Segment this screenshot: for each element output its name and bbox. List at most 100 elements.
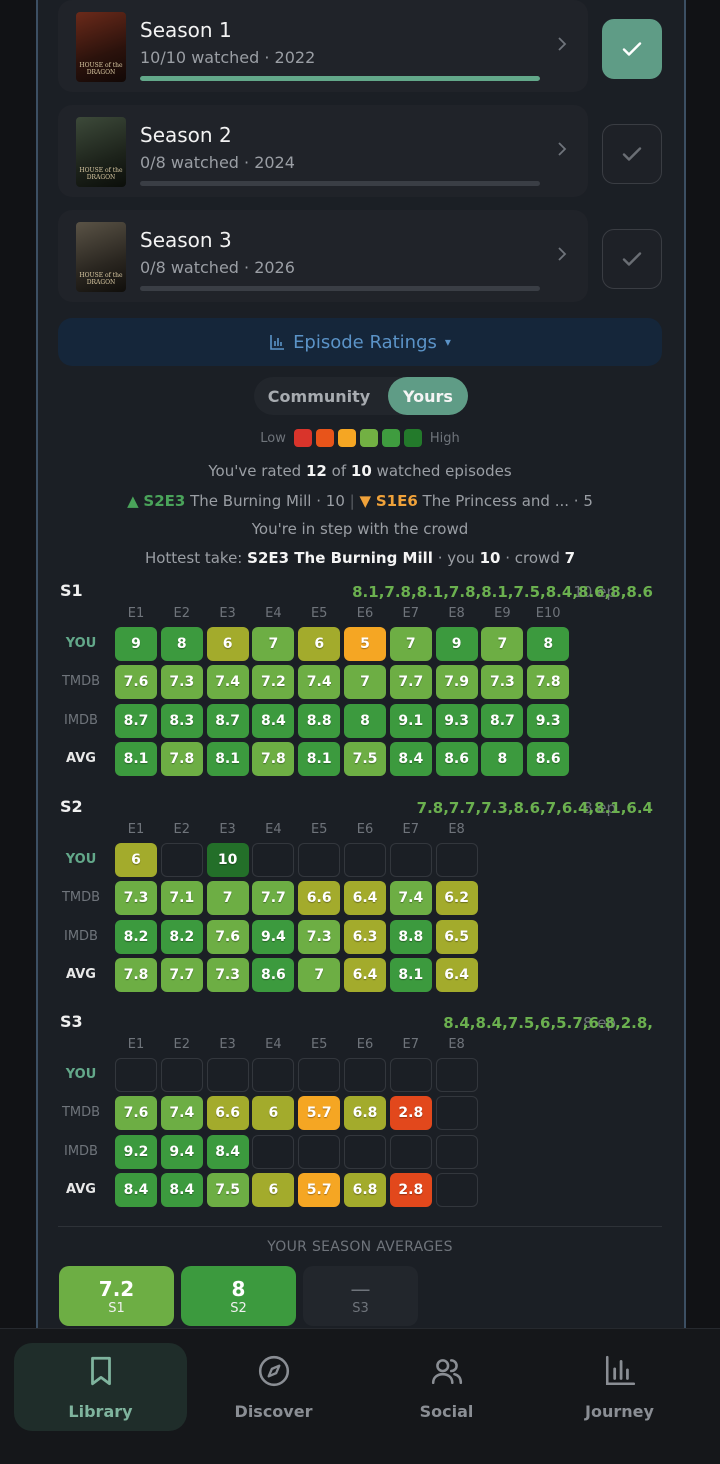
rated-mid: of bbox=[331, 462, 347, 480]
nav-label: Library bbox=[68, 1401, 133, 1421]
rating-cell-imdb: 6.3 bbox=[344, 920, 386, 954]
rating-cell-you[interactable] bbox=[344, 843, 386, 877]
mark-season-watched-button[interactable] bbox=[602, 19, 662, 79]
rating-cell-imdb: 8.7 bbox=[115, 704, 157, 738]
rating-cell-avg: 7.8 bbox=[252, 742, 295, 776]
rating-cell-tmdb: 7.7 bbox=[389, 665, 432, 699]
rating-cell-you[interactable]: 10 bbox=[206, 843, 249, 877]
rating-cell-tmdb: 7.4 bbox=[389, 881, 432, 915]
season-average-value: — bbox=[350, 1276, 371, 1301]
rating-cell-you[interactable]: 9 bbox=[115, 627, 157, 661]
nav-item-library[interactable]: Library bbox=[14, 1343, 187, 1431]
episode-column-header: E8 bbox=[448, 606, 465, 621]
rating-cell-you[interactable] bbox=[435, 843, 478, 877]
legend-low-label: Low bbox=[260, 430, 286, 446]
legend-swatch bbox=[403, 429, 422, 447]
rating-cell-you[interactable] bbox=[206, 1058, 249, 1092]
rating-cell-you[interactable] bbox=[389, 1058, 432, 1092]
rating-cell-imdb: 6.5 bbox=[435, 920, 478, 954]
season-progress-bar bbox=[140, 286, 540, 291]
rating-cell-avg bbox=[435, 1173, 478, 1207]
rating-cell-avg: 8.1 bbox=[115, 742, 157, 776]
rating-cell-imdb: 9.3 bbox=[527, 704, 570, 738]
rating-cell-tmdb: 7.3 bbox=[160, 665, 203, 699]
nav-item-journey[interactable]: Journey bbox=[533, 1343, 706, 1431]
rating-cell-tmdb: 6.2 bbox=[435, 881, 478, 915]
chevron-right-icon bbox=[555, 244, 569, 264]
hottest-take-you-label: · you bbox=[437, 549, 475, 567]
nav-item-discover[interactable]: Discover bbox=[187, 1343, 360, 1431]
rating-cell-tmdb: 7 bbox=[344, 665, 386, 699]
rating-cell-you[interactable] bbox=[160, 1058, 203, 1092]
rating-cell-you[interactable] bbox=[298, 1058, 341, 1092]
season-average-tile: 7.2 S1 bbox=[59, 1266, 174, 1326]
episode-column-header: E1 bbox=[127, 822, 145, 837]
rating-cell-you[interactable] bbox=[252, 843, 295, 877]
top-episode-code[interactable]: S2E3 bbox=[143, 492, 185, 510]
legend-swatch bbox=[315, 429, 334, 447]
chevron-right-icon bbox=[555, 34, 569, 54]
poster-title-text: HOUSE of the DRAGON bbox=[79, 167, 123, 181]
row-label-you: YOU bbox=[65, 1067, 97, 1082]
episode-column-header: E2 bbox=[173, 606, 191, 621]
rating-cell-you[interactable]: 6 bbox=[298, 627, 341, 661]
rating-cell-you[interactable] bbox=[115, 1058, 157, 1092]
season-card[interactable]: HOUSE of the DRAGON Season 2 0/8 watched ·… bbox=[58, 105, 588, 197]
rating-cell-you[interactable] bbox=[389, 843, 432, 877]
rating-cell-you[interactable]: 7 bbox=[389, 627, 432, 661]
season-user-average: 8.4,8.4,7.5,6,5.7,6.8,2.8, bbox=[443, 1014, 653, 1032]
rating-cell-you[interactable]: 7 bbox=[481, 627, 524, 661]
rating-cell-you[interactable]: 7 bbox=[252, 627, 295, 661]
season-subtitle: 10/10 watched · 2022 bbox=[140, 48, 316, 67]
nav-item-social[interactable]: Social bbox=[360, 1343, 533, 1431]
rating-cell-you[interactable] bbox=[160, 843, 203, 877]
rating-cell-you[interactable] bbox=[344, 1058, 386, 1092]
check-icon bbox=[622, 252, 642, 266]
episode-column-header: E7 bbox=[402, 1037, 420, 1052]
rating-cell-tmdb: 6.8 bbox=[344, 1096, 386, 1130]
ratings-source-toggle: Community Yours bbox=[254, 377, 468, 415]
rating-cell-avg: 7.7 bbox=[160, 958, 203, 992]
tab-yours[interactable]: Yours bbox=[388, 377, 468, 415]
episode-ratings-button[interactable]: Episode Ratings ▾ bbox=[58, 318, 662, 366]
row-label-imdb: IMDB bbox=[64, 713, 98, 728]
rating-cell-imdb: 8.7 bbox=[206, 704, 249, 738]
rating-cell-imdb: 9.3 bbox=[435, 704, 478, 738]
nav-label: Journey bbox=[585, 1401, 654, 1421]
rating-cell-tmdb: 7.9 bbox=[435, 665, 478, 699]
hottest-take: Hottest take: S2E3 The Burning Mill · yo… bbox=[0, 549, 720, 567]
watched-count: 10 bbox=[350, 462, 372, 480]
rating-cell-imdb: 9.1 bbox=[389, 704, 432, 738]
rating-cell-avg: 7.8 bbox=[160, 742, 203, 776]
rating-cell-you[interactable] bbox=[298, 843, 341, 877]
rating-cell-you[interactable]: 8 bbox=[160, 627, 203, 661]
rating-cell-you[interactable] bbox=[435, 1058, 478, 1092]
mark-season-watched-button[interactable] bbox=[602, 229, 662, 289]
rating-cell-imdb bbox=[344, 1135, 386, 1169]
rating-cell-imdb: 8.3 bbox=[160, 704, 203, 738]
rating-cell-you[interactable]: 6 bbox=[206, 627, 249, 661]
episode-column-header: E5 bbox=[310, 1037, 328, 1052]
rating-cell-avg: 7.8 bbox=[115, 958, 157, 992]
rating-cell-tmdb: 6.4 bbox=[344, 881, 386, 915]
season-user-average: 7.8,7.7,7.3,8.6,7,6.4,8.1,6.4 bbox=[416, 799, 653, 817]
season-poster: HOUSE of the DRAGON bbox=[76, 222, 126, 292]
season-progress-bar bbox=[140, 181, 540, 186]
hottest-take-prefix: Hottest take: bbox=[144, 549, 243, 567]
caret-down-icon: ▾ bbox=[444, 335, 451, 349]
bottom-episode-code[interactable]: S1E6 bbox=[376, 492, 418, 510]
episode-column-header: E1 bbox=[127, 606, 145, 621]
rating-cell-you[interactable]: 8 bbox=[527, 627, 570, 661]
tab-community[interactable]: Community bbox=[254, 377, 384, 415]
season-average-tile: 8 S2 bbox=[181, 1266, 296, 1326]
rating-cell-you[interactable]: 5 bbox=[344, 627, 386, 661]
season-averages-title: YOUR SEASON AVERAGES bbox=[267, 1239, 453, 1255]
rating-cell-you[interactable]: 6 bbox=[115, 843, 157, 877]
rating-cell-you[interactable] bbox=[252, 1058, 295, 1092]
season-card[interactable]: HOUSE of the DRAGON Season 3 0/8 watched ·… bbox=[58, 210, 588, 302]
season-card[interactable]: HOUSE of the DRAGON Season 1 10/10 watched… bbox=[58, 0, 588, 92]
rated-suffix: watched episodes bbox=[376, 462, 512, 480]
rating-cell-you[interactable]: 9 bbox=[435, 627, 478, 661]
compass-icon bbox=[257, 1354, 291, 1392]
mark-season-watched-button[interactable] bbox=[602, 124, 662, 184]
